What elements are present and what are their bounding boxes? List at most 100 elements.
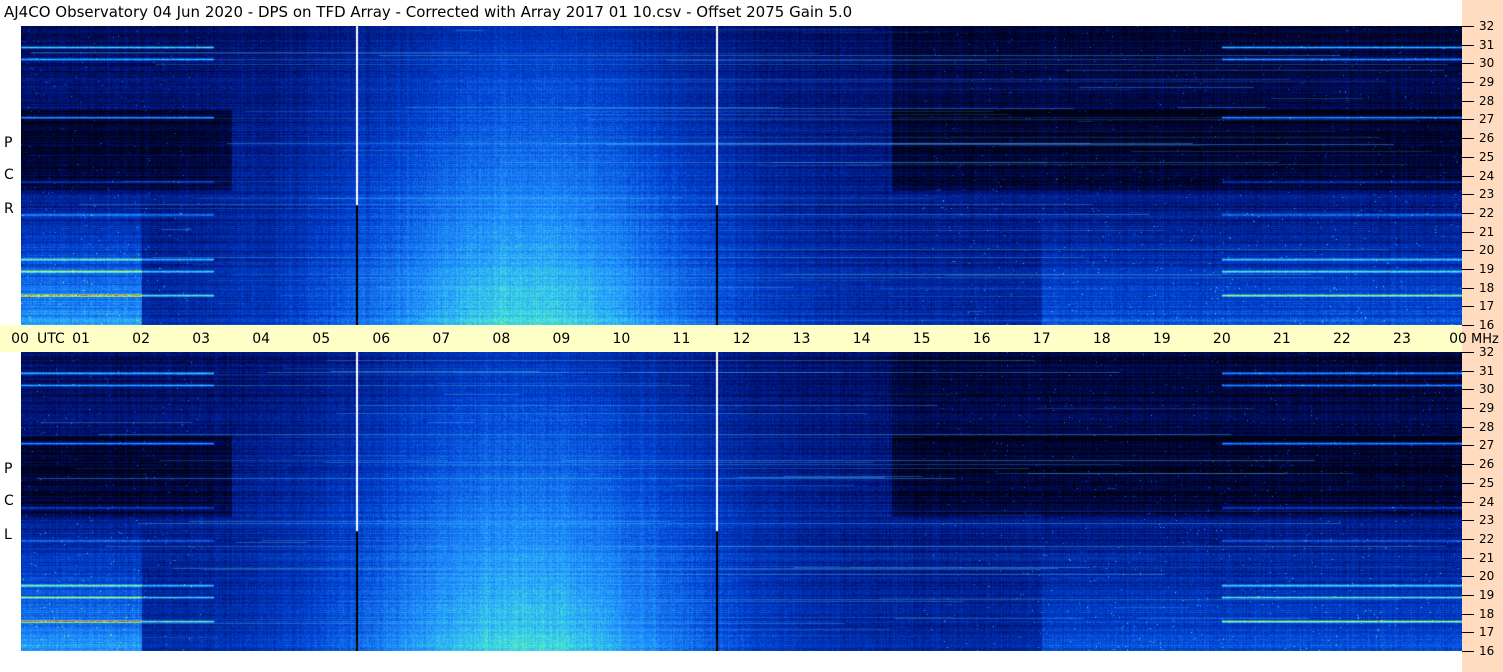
mhz-tick-mark-0-28 xyxy=(1462,100,1474,102)
utc-tick-12: 12 xyxy=(732,331,751,347)
utc-tick-19: 19 xyxy=(1152,331,1171,347)
mhz-tick-label-1-21: 21 xyxy=(1479,550,1495,565)
mhz-tick-label-0-24: 24 xyxy=(1479,168,1495,183)
utc-tick-6: 06 xyxy=(372,331,391,347)
mhz-tick-mark-0-30 xyxy=(1462,63,1474,65)
mhz-tick-label-1-29: 29 xyxy=(1479,401,1495,416)
utc-tick-10: 10 xyxy=(612,331,631,347)
utc-tick-24: 00 xyxy=(1449,331,1467,347)
utc-time-axis xyxy=(0,325,1462,352)
rcp-letter-1: P xyxy=(4,135,13,151)
mhz-tick-mark-1-31 xyxy=(1462,370,1474,372)
mhz-tick-label-1-18: 18 xyxy=(1479,606,1495,621)
mhz-tick-mark-1-30 xyxy=(1462,389,1474,391)
mhz-tick-mark-1-22 xyxy=(1462,538,1474,540)
mhz-tick-label-0-16: 16 xyxy=(1479,318,1495,332)
mhz-tick-label-1-16: 16 xyxy=(1479,644,1495,658)
mhz-tick-mark-1-24 xyxy=(1462,501,1474,503)
mhz-tick-mark-1-26 xyxy=(1462,464,1474,466)
utc-tick-2: 02 xyxy=(132,331,150,347)
mhz-tick-mark-0-32 xyxy=(1462,26,1474,27)
mhz-tick-label-0-31: 31 xyxy=(1479,37,1495,52)
mhz-tick-label-0-23: 23 xyxy=(1479,187,1495,202)
mhz-tick-label-1-25: 25 xyxy=(1479,475,1495,490)
utc-tick-11: 11 xyxy=(672,331,691,347)
utc-tick-17: 17 xyxy=(1032,331,1051,347)
mhz-tick-label-0-18: 18 xyxy=(1479,280,1495,295)
mhz-tick-mark-0-22 xyxy=(1462,212,1474,214)
utc-tick-5: 05 xyxy=(312,331,331,347)
mhz-tick-mark-1-23 xyxy=(1462,520,1474,522)
utc-tick-16: 16 xyxy=(972,331,991,347)
utc-tick-15: 15 xyxy=(912,331,931,347)
utc-tick-22: 22 xyxy=(1332,331,1351,347)
mhz-tick-mark-1-25 xyxy=(1462,482,1474,484)
mhz-tick-label-0-22: 22 xyxy=(1479,205,1495,220)
mhz-tick-mark-1-20 xyxy=(1462,576,1474,578)
utc-tick-23: 23 xyxy=(1393,331,1411,347)
utc-axis-label: UTC xyxy=(37,331,65,347)
utc-tick-0: 00 xyxy=(11,331,29,347)
mhz-tick-label-1-31: 31 xyxy=(1479,363,1495,378)
lcp-spectrogram xyxy=(21,352,1462,651)
mhz-tick-label-1-26: 26 xyxy=(1479,457,1495,472)
mhz-tick-label-0-28: 28 xyxy=(1479,93,1495,108)
rcp-spectrogram-canvas xyxy=(21,26,1462,325)
mhz-tick-label-0-29: 29 xyxy=(1479,75,1495,90)
utc-tick-20: 20 xyxy=(1212,331,1231,347)
mhz-tick-mark-0-27 xyxy=(1462,119,1474,121)
utc-tick-7: 07 xyxy=(432,331,451,347)
utc-tick-8: 08 xyxy=(492,331,511,347)
chart-title: AJ4CO Observatory 04 Jun 2020 - DPS on T… xyxy=(4,3,853,21)
mhz-tick-mark-1-28 xyxy=(1462,426,1474,428)
mhz-tick-label-1-27: 27 xyxy=(1479,438,1495,453)
mhz-tick-label-1-23: 23 xyxy=(1479,513,1495,528)
mhz-tick-label-0-20: 20 xyxy=(1479,243,1495,258)
utc-tick-4: 04 xyxy=(252,331,271,347)
rcp-letter-2: C xyxy=(4,167,14,183)
mhz-tick-mark-0-21 xyxy=(1462,231,1474,233)
mhz-tick-mark-1-21 xyxy=(1462,557,1474,559)
mhz-tick-label-0-32: 32 xyxy=(1479,19,1495,33)
mhz-tick-mark-0-31 xyxy=(1462,44,1474,46)
mhz-tick-label-1-20: 20 xyxy=(1479,569,1495,584)
mhz-tick-label-1-32: 32 xyxy=(1479,345,1495,359)
mhz-tick-label-0-25: 25 xyxy=(1479,149,1495,164)
mhz-tick-mark-1-18 xyxy=(1462,613,1474,615)
mhz-tick-label-0-30: 30 xyxy=(1479,56,1495,71)
mhz-tick-label-0-27: 27 xyxy=(1479,112,1495,127)
rcp-letter-3: R xyxy=(4,201,14,217)
mhz-tick-mark-0-20 xyxy=(1462,250,1474,252)
mhz-tick-mark-0-24 xyxy=(1462,175,1474,177)
lcp-letter-1: P xyxy=(4,461,13,477)
utc-tick-13: 13 xyxy=(792,331,811,347)
mhz-tick-label-0-26: 26 xyxy=(1479,131,1495,146)
mhz-tick-mark-1-27 xyxy=(1462,445,1474,447)
utc-tick-9: 09 xyxy=(552,331,571,347)
mhz-tick-mark-0-18 xyxy=(1462,287,1474,289)
mhz-tick-label-0-19: 19 xyxy=(1479,261,1495,276)
mhz-tick-mark-1-16 xyxy=(1462,651,1474,652)
mhz-tick-mark-0-25 xyxy=(1462,156,1474,158)
mhz-tick-mark-0-29 xyxy=(1462,82,1474,84)
utc-tick-18: 18 xyxy=(1092,331,1111,347)
lcp-letter-2: C xyxy=(4,493,14,509)
mhz-tick-label-1-30: 30 xyxy=(1479,382,1495,397)
utc-tick-3: 03 xyxy=(192,331,211,347)
mhz-tick-mark-0-19 xyxy=(1462,268,1474,270)
mhz-tick-mark-1-29 xyxy=(1462,408,1474,410)
mhz-tick-mark-1-32 xyxy=(1462,352,1474,353)
mhz-tick-label-0-21: 21 xyxy=(1479,224,1495,239)
mhz-tick-label-1-17: 17 xyxy=(1479,625,1495,640)
utc-tick-1: 01 xyxy=(72,331,90,347)
mhz-tick-mark-0-16 xyxy=(1462,325,1474,326)
utc-tick-14: 14 xyxy=(852,331,871,347)
mhz-tick-label-1-24: 24 xyxy=(1479,494,1495,509)
mhz-tick-mark-0-26 xyxy=(1462,138,1474,140)
rcp-spectrogram xyxy=(21,26,1462,325)
lcp-spectrogram-canvas xyxy=(21,352,1462,651)
mhz-tick-mark-1-19 xyxy=(1462,594,1474,596)
mhz-tick-mark-0-23 xyxy=(1462,194,1474,196)
utc-tick-21: 21 xyxy=(1272,331,1291,347)
mhz-tick-label-0-17: 17 xyxy=(1479,299,1495,314)
